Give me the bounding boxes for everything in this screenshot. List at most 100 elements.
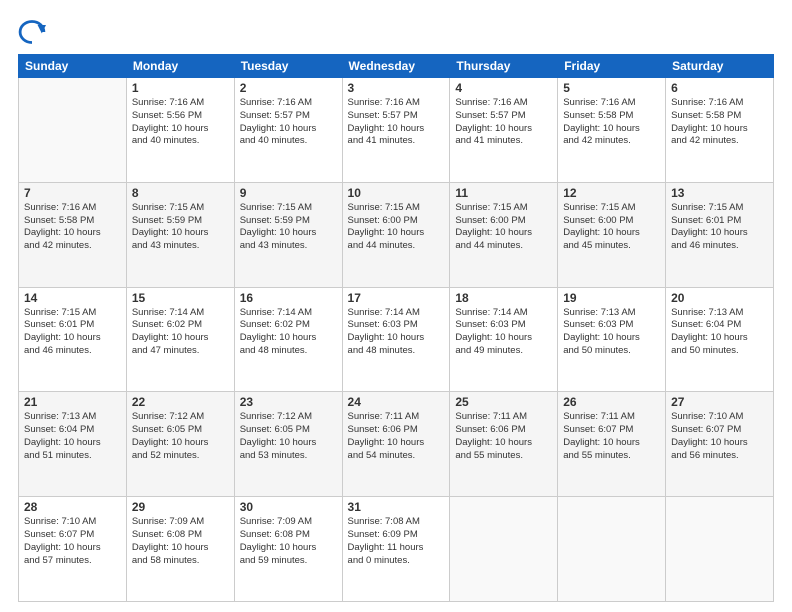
day-info: Sunrise: 7:16 AM Sunset: 5:58 PM Dayligh… [563,97,660,148]
calendar-cell [666,497,774,602]
day-info: Sunrise: 7:13 AM Sunset: 6:04 PM Dayligh… [24,411,121,462]
calendar-cell: 22 Sunrise: 7:12 AM Sunset: 6:05 PM Dayli… [126,392,234,497]
week-row: 7Sunrise: 7:16 AM Sunset: 5:58 PM Daylig… [19,182,774,287]
day-number: 5 [563,81,660,95]
calendar-cell: 31 Sunrise: 7:08 AM Sunset: 6:09 PM Dayli… [342,497,450,602]
calendar-cell: 12Sunrise: 7:15 AM Sunset: 6:00 PM Dayli… [558,182,666,287]
day-info: Sunrise: 7:11 AM Sunset: 6:07 PM Dayligh… [563,411,660,462]
calendar-cell: 19 Sunrise: 7:13 AM Sunset: 6:03 PM Dayli… [558,287,666,392]
day-info: Sunrise: 7:12 AM Sunset: 6:05 PM Dayligh… [132,411,229,462]
day-info: Sunrise: 7:16 AM Sunset: 5:57 PM Dayligh… [240,97,337,148]
day-number: 13 [671,186,768,200]
day-info: Sunrise: 7:08 AM Sunset: 6:09 PM Dayligh… [348,516,445,567]
day-number: 15 [132,291,229,305]
calendar: SundayMondayTuesdayWednesdayThursdayFrid… [18,54,774,602]
day-number: 21 [24,395,121,409]
calendar-cell [19,78,127,183]
day-info: Sunrise: 7:14 AM Sunset: 6:03 PM Dayligh… [348,307,445,358]
day-number: 10 [348,186,445,200]
day-number: 31 [348,500,445,514]
calendar-cell: 8 Sunrise: 7:15 AM Sunset: 5:59 PM Daylig… [126,182,234,287]
week-row: 28 Sunrise: 7:10 AM Sunset: 6:07 PM Dayli… [19,497,774,602]
day-info: Sunrise: 7:14 AM Sunset: 6:03 PM Dayligh… [455,307,552,358]
day-info: Sunrise: 7:13 AM Sunset: 6:04 PM Dayligh… [671,307,768,358]
day-info: Sunrise: 7:15 AM Sunset: 5:59 PM Dayligh… [132,202,229,253]
calendar-header: SundayMondayTuesdayWednesdayThursdayFrid… [19,55,774,78]
day-header-friday: Friday [558,55,666,78]
day-info: Sunrise: 7:09 AM Sunset: 6:08 PM Dayligh… [132,516,229,567]
week-row: 1 Sunrise: 7:16 AM Sunset: 5:56 PM Daylig… [19,78,774,183]
day-number: 26 [563,395,660,409]
calendar-cell [450,497,558,602]
day-number: 12 [563,186,660,200]
day-header-monday: Monday [126,55,234,78]
logo-icon [18,18,46,46]
calendar-cell: 7Sunrise: 7:16 AM Sunset: 5:58 PM Daylig… [19,182,127,287]
day-info: Sunrise: 7:15 AM Sunset: 6:00 PM Dayligh… [348,202,445,253]
calendar-cell: 27 Sunrise: 7:10 AM Sunset: 6:07 PM Dayli… [666,392,774,497]
day-number: 18 [455,291,552,305]
day-info: Sunrise: 7:14 AM Sunset: 6:02 PM Dayligh… [240,307,337,358]
day-info: Sunrise: 7:15 AM Sunset: 6:00 PM Dayligh… [455,202,552,253]
day-number: 3 [348,81,445,95]
day-info: Sunrise: 7:16 AM Sunset: 5:58 PM Dayligh… [671,97,768,148]
day-number: 14 [24,291,121,305]
day-header-thursday: Thursday [450,55,558,78]
calendar-cell: 23 Sunrise: 7:12 AM Sunset: 6:05 PM Dayli… [234,392,342,497]
day-number: 24 [348,395,445,409]
calendar-cell: 10 Sunrise: 7:15 AM Sunset: 6:00 PM Dayli… [342,182,450,287]
day-number: 7 [24,186,121,200]
calendar-cell: 4 Sunrise: 7:16 AM Sunset: 5:57 PM Daylig… [450,78,558,183]
calendar-cell: 29 Sunrise: 7:09 AM Sunset: 6:08 PM Dayli… [126,497,234,602]
calendar-body: 1 Sunrise: 7:16 AM Sunset: 5:56 PM Daylig… [19,78,774,602]
day-number: 11 [455,186,552,200]
calendar-cell: 3 Sunrise: 7:16 AM Sunset: 5:57 PM Daylig… [342,78,450,183]
calendar-cell: 20 Sunrise: 7:13 AM Sunset: 6:04 PM Dayli… [666,287,774,392]
day-number: 20 [671,291,768,305]
calendar-cell: 15Sunrise: 7:14 AM Sunset: 6:02 PM Dayli… [126,287,234,392]
day-info: Sunrise: 7:16 AM Sunset: 5:57 PM Dayligh… [348,97,445,148]
day-info: Sunrise: 7:09 AM Sunset: 6:08 PM Dayligh… [240,516,337,567]
page: SundayMondayTuesdayWednesdayThursdayFrid… [0,0,792,612]
day-number: 16 [240,291,337,305]
calendar-cell: 2Sunrise: 7:16 AM Sunset: 5:57 PM Daylig… [234,78,342,183]
day-header-wednesday: Wednesday [342,55,450,78]
day-number: 28 [24,500,121,514]
day-header-saturday: Saturday [666,55,774,78]
day-info: Sunrise: 7:15 AM Sunset: 6:01 PM Dayligh… [671,202,768,253]
day-number: 27 [671,395,768,409]
day-number: 4 [455,81,552,95]
week-row: 21 Sunrise: 7:13 AM Sunset: 6:04 PM Dayli… [19,392,774,497]
calendar-cell: 11 Sunrise: 7:15 AM Sunset: 6:00 PM Dayli… [450,182,558,287]
day-header-tuesday: Tuesday [234,55,342,78]
day-number: 22 [132,395,229,409]
day-info: Sunrise: 7:16 AM Sunset: 5:56 PM Dayligh… [132,97,229,148]
day-number: 23 [240,395,337,409]
calendar-cell: 30 Sunrise: 7:09 AM Sunset: 6:08 PM Dayli… [234,497,342,602]
calendar-cell: 18 Sunrise: 7:14 AM Sunset: 6:03 PM Dayli… [450,287,558,392]
calendar-cell: 5 Sunrise: 7:16 AM Sunset: 5:58 PM Daylig… [558,78,666,183]
calendar-cell: 1 Sunrise: 7:16 AM Sunset: 5:56 PM Daylig… [126,78,234,183]
day-info: Sunrise: 7:13 AM Sunset: 6:03 PM Dayligh… [563,307,660,358]
calendar-cell: 17Sunrise: 7:14 AM Sunset: 6:03 PM Dayli… [342,287,450,392]
header-row: SundayMondayTuesdayWednesdayThursdayFrid… [19,55,774,78]
day-info: Sunrise: 7:10 AM Sunset: 6:07 PM Dayligh… [671,411,768,462]
day-number: 8 [132,186,229,200]
day-number: 30 [240,500,337,514]
calendar-cell: 6Sunrise: 7:16 AM Sunset: 5:58 PM Daylig… [666,78,774,183]
day-info: Sunrise: 7:12 AM Sunset: 6:05 PM Dayligh… [240,411,337,462]
week-row: 14Sunrise: 7:15 AM Sunset: 6:01 PM Dayli… [19,287,774,392]
calendar-cell: 16 Sunrise: 7:14 AM Sunset: 6:02 PM Dayli… [234,287,342,392]
calendar-cell: 26 Sunrise: 7:11 AM Sunset: 6:07 PM Dayli… [558,392,666,497]
day-header-sunday: Sunday [19,55,127,78]
calendar-cell: 28 Sunrise: 7:10 AM Sunset: 6:07 PM Dayli… [19,497,127,602]
day-number: 1 [132,81,229,95]
day-number: 29 [132,500,229,514]
day-info: Sunrise: 7:10 AM Sunset: 6:07 PM Dayligh… [24,516,121,567]
calendar-cell: 24Sunrise: 7:11 AM Sunset: 6:06 PM Dayli… [342,392,450,497]
calendar-cell [558,497,666,602]
day-info: Sunrise: 7:16 AM Sunset: 5:57 PM Dayligh… [455,97,552,148]
calendar-cell: 21 Sunrise: 7:13 AM Sunset: 6:04 PM Dayli… [19,392,127,497]
day-info: Sunrise: 7:15 AM Sunset: 5:59 PM Dayligh… [240,202,337,253]
day-number: 19 [563,291,660,305]
